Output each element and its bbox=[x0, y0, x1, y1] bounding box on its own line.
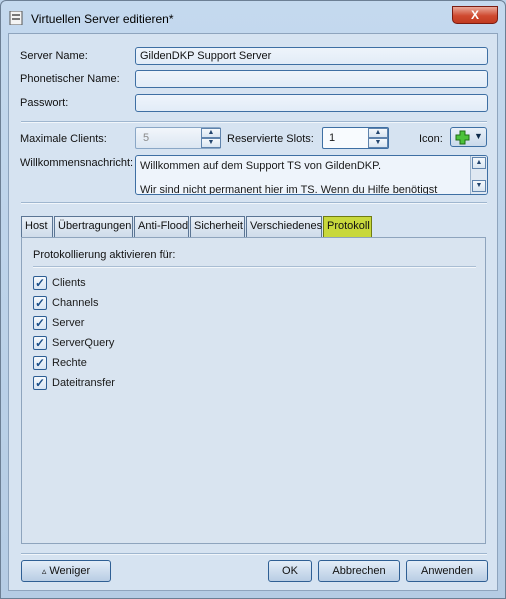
dialog-window: Virtuellen Server editieren* X Server Na… bbox=[0, 0, 506, 599]
checkbox-label-clients: Clients bbox=[52, 277, 86, 289]
welcome-message-textarea[interactable]: Willkommen auf dem Support TS von Gilden… bbox=[135, 155, 488, 195]
tab-verschiedenes[interactable]: Verschiedenes bbox=[246, 216, 322, 237]
server-name-label: Server Name: bbox=[20, 50, 88, 62]
password-input[interactable] bbox=[135, 94, 488, 112]
up-arrow-icon: ▲ bbox=[475, 159, 483, 166]
tab-sicherheit[interactable]: Sicherheit bbox=[190, 216, 245, 237]
reserved-slots-up-button[interactable]: ▲ bbox=[368, 128, 388, 138]
tab-host[interactable]: Host bbox=[21, 216, 53, 237]
max-clients-label: Maximale Clients: bbox=[20, 133, 107, 145]
close-button[interactable]: X bbox=[452, 6, 498, 24]
title-bar[interactable]: Virtuellen Server editieren* X bbox=[1, 1, 505, 33]
checkbox-label-serverquery: ServerQuery bbox=[52, 337, 115, 349]
dropdown-arrow-icon: ▼ bbox=[474, 131, 483, 141]
close-icon: X bbox=[470, 8, 479, 22]
password-label: Passwort: bbox=[20, 97, 69, 109]
window-title: Virtuellen Server editieren* bbox=[31, 12, 174, 26]
max-clients-up-button[interactable]: ▲ bbox=[201, 128, 221, 138]
scroll-down-button[interactable]: ▼ bbox=[472, 180, 486, 192]
checkbox-serverquery[interactable]: ✓ bbox=[33, 336, 47, 350]
checkbox-clients[interactable]: ✓ bbox=[33, 276, 47, 290]
apply-button[interactable]: Anwenden bbox=[406, 560, 488, 582]
protokoll-heading: Protokollierung aktivieren für: bbox=[33, 249, 176, 261]
protokoll-panel: Protokollierung aktivieren für: ✓ Client… bbox=[21, 237, 486, 544]
dialog-body: Server Name: GildenDKP Support Server Ph… bbox=[8, 33, 498, 591]
checkbox-dateitransfer[interactable]: ✓ bbox=[33, 376, 47, 390]
welcome-message-line-1: Willkommen auf dem Support TS von Gilden… bbox=[140, 160, 382, 172]
checkbox-row-serverquery[interactable]: ✓ ServerQuery bbox=[33, 334, 114, 352]
reserved-slots-label: Reservierte Slots: bbox=[227, 133, 314, 145]
checkbox-label-server: Server bbox=[52, 317, 85, 329]
less-button[interactable]: ▵ Weniger bbox=[21, 560, 111, 582]
less-button-label: Weniger bbox=[49, 565, 91, 577]
tab-uebertragungen[interactable]: Übertragungen bbox=[54, 216, 133, 237]
phonetic-name-label: Phonetischer Name: bbox=[20, 73, 120, 85]
checkbox-row-dateitransfer[interactable]: ✓ Dateitransfer bbox=[33, 374, 115, 392]
cancel-button[interactable]: Abbrechen bbox=[318, 560, 400, 582]
up-arrow-icon: ▲ bbox=[374, 129, 382, 136]
max-clients-spinbox[interactable]: 5 ▲ ▼ bbox=[135, 127, 221, 149]
welcome-message-line-2: Wir sind nicht permanent hier im TS. Wen… bbox=[140, 184, 438, 195]
checkbox-label-channels: Channels bbox=[52, 297, 99, 309]
phonetic-name-input[interactable] bbox=[135, 70, 488, 88]
ok-button[interactable]: OK bbox=[268, 560, 312, 582]
down-arrow-icon: ▼ bbox=[475, 182, 483, 189]
max-clients-down-button[interactable]: ▼ bbox=[201, 138, 221, 148]
up-arrow-icon: ▲ bbox=[207, 129, 215, 136]
reserved-slots-value: 1 bbox=[329, 132, 336, 144]
welcome-message-label: Willkommensnachricht: bbox=[20, 157, 134, 169]
down-arrow-icon: ▼ bbox=[207, 139, 215, 146]
tab-protokoll[interactable]: Protokoll bbox=[323, 216, 372, 237]
separator-top bbox=[21, 121, 487, 123]
down-arrow-icon: ▼ bbox=[374, 139, 382, 146]
welcome-scrollbar[interactable]: ▲ ▼ bbox=[470, 156, 487, 194]
checkbox-rechte[interactable]: ✓ bbox=[33, 356, 47, 370]
checkbox-channels[interactable]: ✓ bbox=[33, 296, 47, 310]
checkbox-row-clients[interactable]: ✓ Clients bbox=[33, 274, 86, 292]
tab-anti-flood[interactable]: Anti-Flood bbox=[134, 216, 189, 237]
scroll-up-button[interactable]: ▲ bbox=[472, 157, 486, 169]
checkbox-row-rechte[interactable]: ✓ Rechte bbox=[33, 354, 87, 372]
reserved-slots-spinbox[interactable]: 1 ▲ ▼ bbox=[322, 127, 389, 149]
checkbox-server[interactable]: ✓ bbox=[33, 316, 47, 330]
separator-bottom bbox=[21, 553, 487, 555]
icon-label: Icon: bbox=[419, 133, 443, 145]
app-icon bbox=[9, 11, 23, 25]
checkbox-label-rechte: Rechte bbox=[52, 357, 87, 369]
max-clients-value: 5 bbox=[143, 132, 150, 144]
protokoll-divider bbox=[33, 266, 476, 268]
checkbox-label-dateitransfer: Dateitransfer bbox=[52, 377, 115, 389]
icon-picker[interactable]: ▼ bbox=[450, 127, 487, 147]
add-icon bbox=[455, 130, 470, 145]
separator-middle bbox=[21, 202, 487, 204]
checkbox-row-channels[interactable]: ✓ Channels bbox=[33, 294, 98, 312]
reserved-slots-down-button[interactable]: ▼ bbox=[368, 138, 388, 148]
collapse-icon: ▵ bbox=[41, 565, 47, 576]
checkbox-row-server[interactable]: ✓ Server bbox=[33, 314, 84, 332]
server-name-input[interactable]: GildenDKP Support Server bbox=[135, 47, 488, 65]
